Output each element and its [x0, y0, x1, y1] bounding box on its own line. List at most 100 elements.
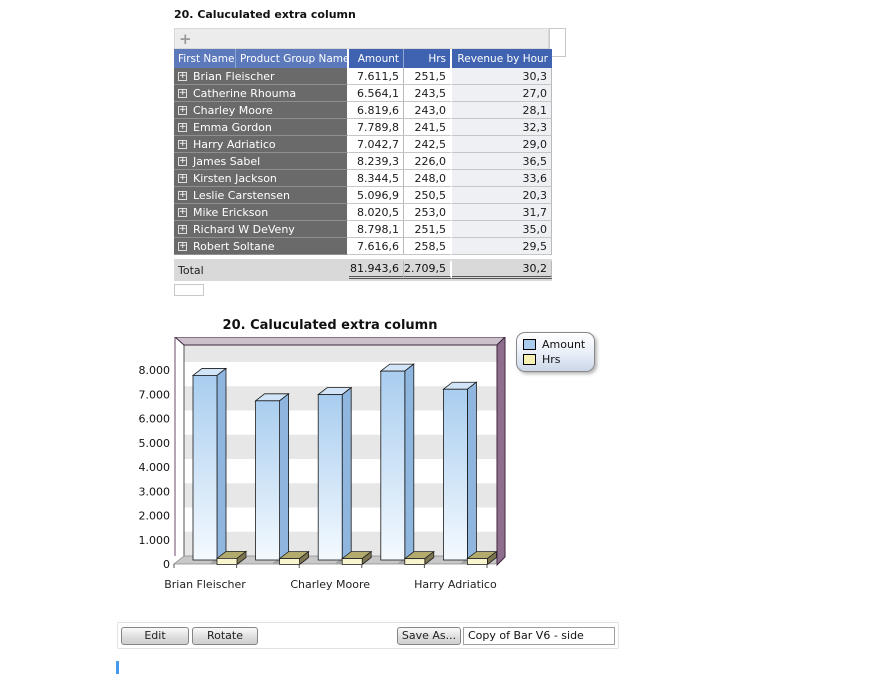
total-revenue-by-hour: 30,2 [452, 261, 552, 279]
row-name-label: Mike Erickson [193, 206, 268, 219]
expand-plus-icon[interactable]: + [178, 89, 187, 98]
row-revenue-value: 33,6 [452, 170, 552, 187]
row-revenue-value: 32,3 [452, 119, 552, 136]
row-hrs-value: 253,0 [404, 204, 452, 221]
row-hrs-value: 251,5 [404, 68, 452, 85]
row-hrs-value: 241,5 [404, 119, 452, 136]
table-row[interactable]: + Brian Fleischer 7.611,5 251,5 30,3 [174, 68, 552, 85]
svg-text:5.000: 5.000 [139, 437, 171, 450]
text-cursor [116, 661, 119, 674]
row-name-cell: + Catherine Rhouma [174, 85, 349, 102]
table-body: + Brian Fleischer 7.611,5 251,5 30,3 + C… [174, 68, 552, 255]
table-row[interactable]: + Emma Gordon 7.789,8 241,5 32,3 [174, 119, 552, 136]
legend-label-hrs: Hrs [542, 353, 561, 366]
amount-swatch-icon [523, 339, 536, 350]
row-name-label: Richard W DeVeny [193, 223, 295, 236]
column-header-product-group[interactable]: Product Group Name [236, 49, 349, 68]
chart-legend: Amount Hrs [516, 332, 595, 372]
row-revenue-value: 30,3 [452, 68, 552, 85]
row-hrs-value: 251,5 [404, 221, 452, 238]
save-as-button[interactable]: Save As... [397, 627, 461, 645]
expand-plus-icon[interactable]: + [178, 208, 187, 217]
row-name-cell: + Emma Gordon [174, 119, 349, 136]
expand-plus-icon[interactable]: + [178, 242, 187, 251]
row-name-cell: + Leslie Carstensen [174, 187, 349, 204]
rotate-button[interactable]: Rotate [192, 627, 258, 645]
row-revenue-value: 35,0 [452, 221, 552, 238]
table-row[interactable]: + Charley Moore 6.819,6 243,0 28,1 [174, 102, 552, 119]
row-amount-value: 7.789,8 [349, 119, 404, 136]
table-row[interactable]: + James Sabel 8.239,3 226,0 36,5 [174, 153, 552, 170]
expand-plus-icon[interactable]: + [178, 106, 187, 115]
report-page: 20. Caluculated extra column + First Nam… [0, 0, 869, 676]
svg-text:Charley Moore: Charley Moore [290, 578, 370, 591]
row-hrs-value: 243,0 [404, 102, 452, 119]
svg-text:8.000: 8.000 [139, 364, 171, 377]
row-name-cell: + Kirsten Jackson [174, 170, 349, 187]
expand-plus-icon[interactable]: + [178, 72, 187, 81]
row-hrs-value: 226,0 [404, 153, 452, 170]
expand-plus-icon[interactable]: + [178, 191, 187, 200]
row-name-cell: + Robert Soltane [174, 238, 349, 255]
column-header-hrs[interactable]: Hrs [404, 49, 452, 68]
row-revenue-value: 31,7 [452, 204, 552, 221]
row-name-cell: + Charley Moore [174, 102, 349, 119]
add-icon[interactable]: + [179, 32, 192, 46]
bar-chart-canvas: 01.0002.0003.0004.0005.0006.0007.0008.00… [120, 337, 520, 605]
table-row[interactable]: + Robert Soltane 7.616,6 258,5 29,5 [174, 238, 552, 255]
save-as-name-input[interactable] [463, 627, 615, 645]
row-revenue-value: 29,5 [452, 238, 552, 255]
legend-item-amount: Amount [523, 337, 585, 352]
total-hrs: 2.709,5 [404, 261, 452, 279]
svg-text:2.000: 2.000 [139, 510, 171, 523]
row-hrs-value: 258,5 [404, 238, 452, 255]
pivot-table: First Name Product Group Name Amount Hrs… [174, 49, 552, 281]
chart-action-bar: Edit Rotate Save As... [117, 622, 619, 649]
row-revenue-value: 29,0 [452, 136, 552, 153]
edit-button[interactable]: Edit [121, 627, 189, 645]
row-hrs-value: 248,0 [404, 170, 452, 187]
svg-text:Harry Adriatico: Harry Adriatico [414, 578, 497, 591]
svg-text:0: 0 [163, 558, 170, 571]
legend-label-amount: Amount [542, 338, 585, 351]
row-name-label: Emma Gordon [193, 121, 272, 134]
page-title: 20. Caluculated extra column [174, 8, 356, 21]
svg-text:1.000: 1.000 [139, 534, 171, 547]
table-row[interactable]: + Catherine Rhouma 6.564,1 243,5 27,0 [174, 85, 552, 102]
table-row[interactable]: + Kirsten Jackson 8.344,5 248,0 33,6 [174, 170, 552, 187]
row-name-cell: + James Sabel [174, 153, 349, 170]
legend-item-hrs: Hrs [523, 352, 585, 367]
svg-text:3.000: 3.000 [139, 485, 171, 498]
row-name-label: James Sabel [193, 155, 260, 168]
column-header-first-name[interactable]: First Name [174, 49, 236, 68]
table-header-row: First Name Product Group Name Amount Hrs… [174, 49, 552, 68]
table-row[interactable]: + Richard W DeVeny 8.798,1 251,5 35,0 [174, 221, 552, 238]
row-revenue-value: 28,1 [452, 102, 552, 119]
expand-plus-icon[interactable]: + [178, 123, 187, 132]
expand-plus-icon[interactable]: + [178, 140, 187, 149]
row-amount-value: 8.798,1 [349, 221, 404, 238]
row-name-label: Leslie Carstensen [193, 189, 290, 202]
row-hrs-value: 242,5 [404, 136, 452, 153]
row-hrs-value: 250,5 [404, 187, 452, 204]
row-revenue-value: 20,3 [452, 187, 552, 204]
row-amount-value: 5.096,9 [349, 187, 404, 204]
expand-plus-icon[interactable]: + [178, 225, 187, 234]
column-header-amount[interactable]: Amount [349, 49, 404, 68]
column-header-revenue-by-hour[interactable]: Revenue by Hour [452, 49, 552, 68]
table-row[interactable]: + Mike Erickson 8.020,5 253,0 31,7 [174, 204, 552, 221]
svg-text:Brian Fleischer: Brian Fleischer [164, 578, 246, 591]
row-name-cell: + Harry Adriatico [174, 136, 349, 153]
table-row[interactable]: + Leslie Carstensen 5.096,9 250,5 20,3 [174, 187, 552, 204]
chart-section: 20. Caluculated extra column 01.0002.000… [120, 318, 620, 613]
total-row: Total 81.943,6 2.709,5 30,2 [174, 259, 552, 281]
row-amount-value: 6.819,6 [349, 102, 404, 119]
row-amount-value: 8.239,3 [349, 153, 404, 170]
expand-plus-icon[interactable]: + [178, 157, 187, 166]
row-name-cell: + Richard W DeVeny [174, 221, 349, 238]
expand-plus-icon[interactable]: + [178, 174, 187, 183]
row-amount-value: 7.616,6 [349, 238, 404, 255]
row-name-label: Kirsten Jackson [193, 172, 277, 185]
total-label: Total [174, 264, 349, 277]
table-row[interactable]: + Harry Adriatico 7.042,7 242,5 29,0 [174, 136, 552, 153]
